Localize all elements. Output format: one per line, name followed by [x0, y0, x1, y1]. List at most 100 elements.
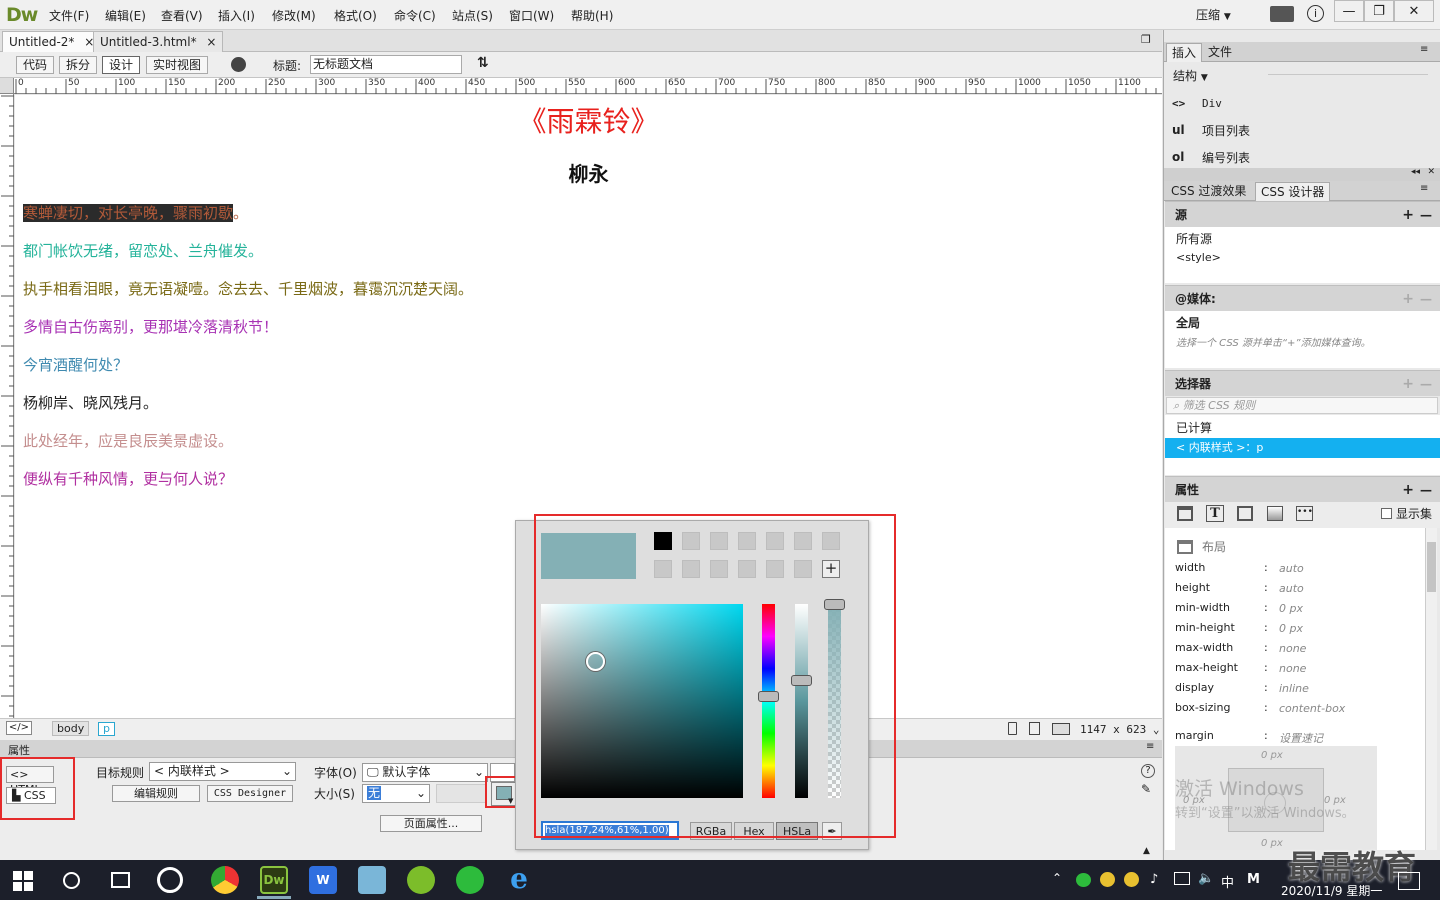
- panel-menu-icon[interactable]: ≡: [1146, 741, 1154, 752]
- app-ball-icon[interactable]: [407, 866, 435, 894]
- live-view-button[interactable]: 实时视图: [146, 56, 209, 74]
- source-item-all[interactable]: 所有源: [1176, 230, 1212, 247]
- selector-filter-input[interactable]: ⌕ 筛选 CSS 规则: [1166, 397, 1438, 414]
- insert-item-div[interactable]: <> Div: [1172, 93, 1222, 113]
- doc-tab-untitled-3[interactable]: Untitled-3.html* ×: [93, 31, 224, 52]
- menu-view[interactable]: 查看(V): [161, 7, 203, 24]
- windows-start-icon[interactable]: [13, 871, 33, 891]
- css-designer-button[interactable]: CSS Designer: [207, 785, 293, 802]
- notification-bell-icon[interactable]: ♪: [1150, 872, 1158, 887]
- menu-edit[interactable]: 编辑(E): [105, 7, 146, 24]
- prop-display-value[interactable]: inline: [1279, 682, 1309, 695]
- prop-max-width-value[interactable]: none: [1279, 642, 1306, 655]
- dreamweaver-taskbar-icon[interactable]: Dw: [260, 866, 288, 894]
- selector-computed[interactable]: 已计算: [1176, 419, 1212, 436]
- design-view-button[interactable]: 设计: [102, 56, 141, 74]
- workspace-switcher[interactable]: 压缩 ▼: [1196, 6, 1231, 23]
- collapse-icon[interactable]: ◂◂: [1411, 167, 1420, 177]
- minimize-window-button[interactable]: —: [1334, 0, 1364, 22]
- wps-icon[interactable]: W: [309, 866, 337, 894]
- menu-insert[interactable]: 插入(I): [218, 7, 255, 24]
- prop-margin-value[interactable]: 设置速记: [1279, 730, 1323, 746]
- menu-window[interactable]: 窗口(W): [509, 7, 554, 24]
- wechat-icon[interactable]: [456, 866, 484, 894]
- menu-help[interactable]: 帮助(H): [571, 7, 613, 24]
- volume-icon[interactable]: 🔈: [1198, 871, 1214, 886]
- prop-min-height-value[interactable]: 0 px: [1279, 622, 1303, 635]
- close-window-button[interactable]: ✕: [1394, 0, 1434, 22]
- target-rule-select[interactable]: < 内联样式 > ⌄: [149, 762, 296, 781]
- tab-insert[interactable]: 插入: [1166, 43, 1203, 62]
- add-media-icon[interactable]: +: [1402, 286, 1414, 312]
- close-icon[interactable]: ✕: [1427, 167, 1435, 177]
- quick-tag-editor-icon[interactable]: ✎: [1141, 782, 1151, 796]
- add-source-icon[interactable]: +: [1402, 202, 1414, 228]
- border-category-icon[interactable]: [1237, 506, 1253, 521]
- prop-min-width-value[interactable]: 0 px: [1279, 602, 1303, 615]
- window-size-readout[interactable]: 1147 x 623 ⌄: [1080, 723, 1159, 736]
- restore-window-button[interactable]: ❐: [1364, 0, 1394, 22]
- prop-max-height-value[interactable]: none: [1279, 662, 1306, 675]
- insert-item-ol[interactable]: ol 编号列表: [1172, 147, 1250, 167]
- size-unit-select[interactable]: [436, 784, 486, 803]
- mobile-size-icon[interactable]: [1008, 722, 1017, 735]
- app-swirl-icon[interactable]: [157, 867, 183, 893]
- remove-icon[interactable]: —: [1420, 202, 1432, 228]
- remove-icon[interactable]: —: [1420, 477, 1432, 503]
- property-scrollbar[interactable]: [1425, 528, 1437, 850]
- media-global[interactable]: 全局: [1176, 314, 1200, 331]
- desktop-size-icon[interactable]: [1052, 723, 1070, 735]
- chevron-up-icon[interactable]: ⌃: [1052, 871, 1062, 885]
- sync-settings-icon[interactable]: [1270, 6, 1294, 22]
- structure-dropdown[interactable]: 结构 ▼: [1173, 67, 1208, 84]
- text-category-icon[interactable]: T: [1206, 505, 1224, 522]
- more-category-icon[interactable]: •••: [1296, 506, 1313, 521]
- source-item-style[interactable]: <style>: [1176, 251, 1221, 264]
- selector-inline-p[interactable]: < 内联样式 >：p: [1165, 438, 1440, 458]
- split-view-button[interactable]: 拆分: [59, 56, 98, 74]
- ime-mode-icon[interactable]: M: [1247, 872, 1260, 887]
- add-selector-icon[interactable]: +: [1402, 371, 1414, 397]
- tab-files[interactable]: 文件: [1203, 43, 1237, 62]
- help-icon[interactable]: ?: [1141, 764, 1155, 778]
- restore-doc-icon[interactable]: ❐: [1141, 33, 1151, 46]
- menu-format[interactable]: 格式(O): [334, 7, 377, 24]
- panel-menu-icon[interactable]: ≡: [1420, 183, 1428, 194]
- tray-qq-icon-2[interactable]: [1124, 872, 1139, 887]
- code-toggle-icon[interactable]: </>: [6, 721, 32, 735]
- remove-icon[interactable]: —: [1420, 371, 1432, 397]
- margin-bottom-value[interactable]: 0 px: [1261, 838, 1283, 849]
- menu-commands[interactable]: 命令(C): [394, 7, 436, 24]
- panel-menu-icon[interactable]: ≡: [1420, 44, 1428, 55]
- tag-body[interactable]: body: [52, 721, 90, 736]
- code-view-button[interactable]: 代码: [16, 56, 55, 74]
- tray-wechat-icon[interactable]: [1076, 873, 1091, 887]
- show-set-checkbox[interactable]: 显示集: [1381, 505, 1432, 522]
- notepad-icon[interactable]: [358, 866, 386, 894]
- edit-rule-button[interactable]: 编辑规则: [112, 785, 200, 802]
- ime-indicator[interactable]: 中: [1221, 872, 1234, 891]
- action-center-icon[interactable]: [1398, 872, 1420, 890]
- tab-css-designer[interactable]: CSS 设计器: [1255, 182, 1331, 201]
- tag-p[interactable]: p: [98, 722, 115, 736]
- background-category-icon[interactable]: [1267, 506, 1283, 521]
- close-tab-icon[interactable]: ×: [206, 35, 216, 49]
- collapse-panel-icon[interactable]: ▲: [1143, 846, 1150, 856]
- layout-category-icon[interactable]: [1177, 506, 1193, 521]
- page-properties-button[interactable]: 页面属性...: [380, 815, 482, 832]
- help-icon[interactable]: i: [1307, 5, 1324, 22]
- file-transfer-icon[interactable]: ⇅: [477, 55, 489, 71]
- menu-modify[interactable]: 修改(M): [272, 7, 316, 24]
- task-view-icon[interactable]: [111, 872, 130, 888]
- insert-item-ul[interactable]: ul 项目列表: [1172, 120, 1250, 140]
- prop-box-sizing-value[interactable]: content-box: [1279, 702, 1345, 715]
- size-select[interactable]: 无 ⌄: [362, 784, 430, 803]
- tab-css-transitions[interactable]: CSS 过渡效果: [1166, 182, 1251, 201]
- search-icon[interactable]: [63, 872, 80, 889]
- remove-icon[interactable]: —: [1420, 286, 1432, 312]
- tablet-size-icon[interactable]: [1029, 722, 1040, 735]
- internet-explorer-icon[interactable]: e: [505, 865, 533, 894]
- tray-qq-icon[interactable]: [1100, 872, 1115, 887]
- document-title-input[interactable]: 无标题文档: [310, 55, 462, 74]
- scrollbar-thumb[interactable]: [1427, 542, 1436, 592]
